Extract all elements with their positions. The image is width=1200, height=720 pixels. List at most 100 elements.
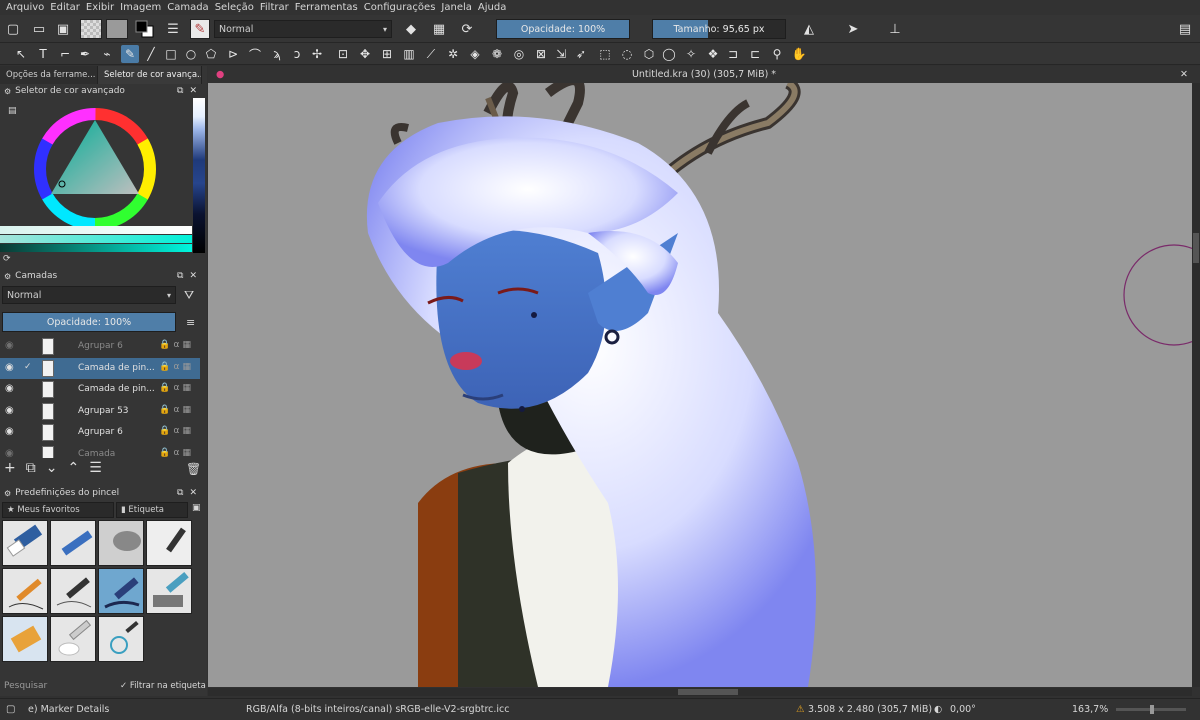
magnetic-select-tool-icon[interactable]: ⊏ [746, 45, 764, 63]
new-document-icon[interactable]: ▢ [4, 20, 22, 38]
smart-patch-tool-icon[interactable]: ⌁ [98, 45, 116, 63]
smart-fill-tool-icon[interactable]: ❁ [488, 45, 506, 63]
filter-in-tag-checkbox[interactable]: ✓ Filtrar na etiqueta [120, 678, 208, 694]
zoom-tool-icon[interactable]: ⚲ [768, 45, 786, 63]
document-tab[interactable]: ● Untitled.kra (30) (305,7 MiB) * ✕ [208, 66, 1200, 83]
menu-item[interactable]: Ajuda [478, 2, 506, 13]
layer-menu-icon[interactable]: ≡ [186, 316, 195, 329]
layer-row[interactable]: ◉ Agrupar 53 🔒α▦ [0, 401, 200, 422]
edit-shapes-tool-icon[interactable]: ⌐ [56, 45, 74, 63]
canvas[interactable] [208, 83, 1192, 687]
preset-pencil-dark[interactable] [50, 568, 96, 614]
filter-icon[interactable]: ⛛ [184, 288, 194, 303]
visibility-eye-icon[interactable]: ◉ [5, 340, 14, 351]
layer-check-icon[interactable]: ✓ [24, 362, 32, 372]
delete-layer-icon[interactable]: 🗑 [186, 462, 201, 476]
brush-preset-icon[interactable]: ✎ [190, 19, 210, 39]
layer-row[interactable]: ◉ Agrupar 6 🔒α▦ [0, 422, 200, 443]
vertical-scrollbar[interactable] [1192, 83, 1200, 687]
panel-controls-icon[interactable]: ⧉✕ [177, 488, 203, 498]
save-icon[interactable]: ▣ [54, 20, 72, 38]
layer-flags-icon[interactable]: 🔒α▦ [159, 426, 194, 436]
menu-item[interactable]: Imagem [120, 2, 161, 13]
tag-button[interactable]: ▮ Etiqueta [116, 502, 188, 518]
duplicate-layer-icon[interactable]: ⧉ [26, 460, 46, 476]
opacity-slider[interactable]: Opacidade: 100% [496, 19, 630, 39]
polygon-tool-icon[interactable]: ⬠ [202, 45, 220, 63]
rotation-icon[interactable]: ◐ [934, 704, 942, 715]
preset-airbrush[interactable] [98, 520, 144, 566]
layer-flags-icon[interactable]: 🔒α▦ [159, 405, 194, 415]
size-slider[interactable]: Tamanho: 95,65 px [652, 19, 786, 39]
preset-tag-select[interactable]: ★ Meus favoritos [2, 502, 114, 518]
view-mode-icon[interactable]: ▣ [192, 503, 201, 513]
preset-pattern[interactable] [98, 616, 144, 662]
pattern-preset-icon[interactable] [106, 19, 128, 39]
crop-tool-icon[interactable]: ⊡ [334, 45, 352, 63]
preset-marker-details[interactable] [98, 568, 144, 614]
layer-flags-icon[interactable]: 🔒α▦ [159, 362, 194, 372]
measure-tool-icon[interactable]: ⇲ [552, 45, 570, 63]
preset-blender[interactable] [146, 568, 192, 614]
hue-ring[interactable] [32, 106, 158, 232]
bezier-select-tool-icon[interactable]: ⊐ [724, 45, 742, 63]
preset-pencil-orange[interactable] [2, 568, 48, 614]
select-shapes-tool-icon[interactable]: ↖ [12, 45, 30, 63]
zoom-slider[interactable] [1116, 705, 1186, 714]
gradient-preset-icon[interactable] [80, 19, 102, 39]
preset-smudge[interactable] [50, 616, 96, 662]
wrap-around-icon[interactable]: ⊥ [886, 20, 904, 38]
preset-pencil-blue[interactable] [50, 520, 96, 566]
settings-icon[interactable]: ⚙ [4, 489, 11, 498]
layer-row[interactable]: ◉ Agrupar 6 🔒α▦ [0, 336, 200, 357]
preserve-alpha-icon[interactable]: ▦ [430, 20, 448, 38]
polyline-tool-icon[interactable]: ⊳ [224, 45, 242, 63]
settings-icon[interactable]: ⚙ [4, 272, 11, 281]
preset-texture[interactable] [2, 616, 48, 662]
open-document-icon[interactable]: ▭ [30, 20, 48, 38]
fill-tool-icon[interactable]: ◈ [466, 45, 484, 63]
colorize-mask-tool-icon[interactable]: ✲ [444, 45, 462, 63]
layer-flags-icon[interactable]: 🔒α▦ [159, 340, 194, 350]
move-down-icon[interactable]: ⌄ [46, 460, 68, 476]
menu-item[interactable]: Seleção [215, 2, 254, 13]
reload-preset-icon[interactable]: ⟳ [458, 20, 476, 38]
menu-item[interactable]: Filtrar [260, 2, 289, 13]
close-icon[interactable]: ✕ [1180, 69, 1188, 80]
calligraphy-tool-icon[interactable]: ✒ [76, 45, 94, 63]
lightness-slider[interactable] [0, 226, 192, 234]
panel-controls-icon[interactable]: ⧉✕ [177, 86, 203, 96]
freehand-brush-tool-icon[interactable]: ✎ [121, 45, 139, 63]
visibility-eye-icon[interactable]: ◉ [5, 362, 14, 373]
menu-item[interactable]: Arquivo [6, 2, 44, 13]
mirror-horizontal-icon[interactable]: ◭ [800, 20, 818, 38]
add-layer-icon[interactable]: + [4, 460, 26, 476]
menu-item[interactable]: Ferramentas [295, 2, 358, 13]
line-tool-icon[interactable]: ╱ [142, 45, 160, 63]
mirror-vertical-icon[interactable]: ➤ [844, 20, 862, 38]
fg-bg-color-icon[interactable] [134, 19, 156, 39]
menu-item[interactable]: Configurações [364, 2, 436, 13]
tab-advanced-color-selector[interactable]: Seletor de cor avança... [98, 66, 202, 84]
outline-select-tool-icon[interactable]: ◯ [660, 45, 678, 63]
settings-icon[interactable]: ⚙ [4, 87, 11, 96]
visibility-eye-icon[interactable]: ◉ [5, 405, 14, 416]
rect-select-tool-icon[interactable]: ⬚ [596, 45, 614, 63]
menu-item[interactable]: Camada [167, 2, 208, 13]
rectangle-tool-icon[interactable]: □ [162, 45, 180, 63]
transform-tool-icon[interactable]: ⊞ [378, 45, 396, 63]
tab-tool-options[interactable]: Opções da ferrame... [0, 66, 98, 84]
menu-item[interactable]: Editar [50, 2, 80, 13]
layer-properties-icon[interactable]: ☰ [89, 460, 112, 476]
layer-blend-select[interactable]: Normal ▾ [2, 286, 176, 304]
menu-item[interactable]: Exibir [86, 2, 114, 13]
assistant-tool-icon[interactable]: ◎ [510, 45, 528, 63]
color-history-strip[interactable] [193, 98, 205, 253]
contiguous-select-tool-icon[interactable]: ✧ [682, 45, 700, 63]
reference-image-tool-icon[interactable]: ➶ [572, 45, 590, 63]
polygon-select-tool-icon[interactable]: ⬡ [640, 45, 658, 63]
multibrush-tool-icon[interactable]: ✢ [308, 45, 326, 63]
layer-opacity-slider[interactable]: Opacidade: 100% [2, 312, 176, 332]
pan-tool-icon[interactable]: ✋ [790, 45, 808, 63]
text-tool-icon[interactable]: T [34, 45, 52, 63]
